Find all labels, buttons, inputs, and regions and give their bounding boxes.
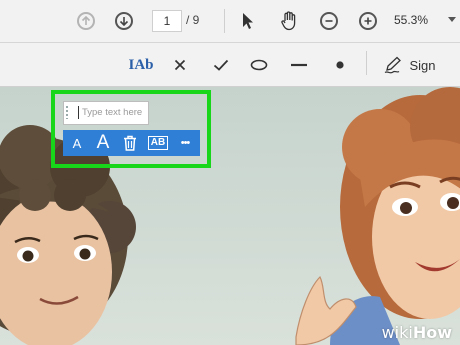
top-toolbar: 1 / 9 55.3% bbox=[0, 0, 460, 43]
minus-icon bbox=[320, 12, 338, 30]
next-page-button[interactable] bbox=[113, 8, 135, 34]
plus-icon bbox=[359, 12, 377, 30]
sign-button[interactable]: Sign bbox=[380, 52, 440, 78]
cross-icon bbox=[174, 59, 186, 71]
arrow-up-icon bbox=[77, 12, 95, 30]
pen-sign-icon bbox=[385, 56, 402, 74]
zoom-in-button[interactable] bbox=[357, 8, 379, 34]
page-total: / 9 bbox=[186, 13, 200, 27]
toolbar-divider bbox=[366, 51, 367, 75]
zoom-level-select[interactable]: 55.3% bbox=[394, 13, 428, 27]
checkmark-tool-button[interactable] bbox=[210, 52, 232, 78]
dot-icon bbox=[336, 61, 344, 69]
text-cursor bbox=[78, 106, 79, 119]
hand-icon bbox=[281, 11, 296, 31]
line-tool-button[interactable] bbox=[288, 52, 310, 78]
arrow-down-icon bbox=[115, 12, 133, 30]
increase-font-size-button[interactable]: A bbox=[91, 130, 115, 156]
text-tool-icon: IAb bbox=[128, 56, 154, 73]
drag-handle-icon[interactable] bbox=[66, 106, 68, 119]
hand-tool-button[interactable] bbox=[278, 8, 300, 34]
line-icon bbox=[291, 63, 307, 67]
ellipse-icon bbox=[250, 59, 268, 71]
cursor-arrow-icon bbox=[243, 13, 253, 29]
page-number-input[interactable]: 1 bbox=[152, 10, 182, 32]
convert-to-comb-field-button[interactable]: AB bbox=[145, 130, 171, 156]
checkmark-icon bbox=[213, 59, 229, 71]
comb-text-icon: AB bbox=[147, 136, 169, 150]
zoom-out-button[interactable] bbox=[318, 8, 340, 34]
decrease-font-size-button[interactable]: A bbox=[67, 130, 87, 156]
more-options-button[interactable]: ••• bbox=[173, 130, 197, 156]
fill-sign-toolbar: IAb Sign bbox=[0, 43, 460, 87]
watermark: wikiHow bbox=[381, 323, 452, 342]
annotation-toolbar: A A AB ••• bbox=[63, 130, 200, 156]
sign-label: Sign bbox=[409, 57, 436, 73]
chevron-down-icon[interactable] bbox=[448, 17, 456, 22]
cross-mark-tool-button[interactable] bbox=[170, 52, 190, 78]
toolbar-divider bbox=[224, 9, 225, 33]
trash-icon bbox=[124, 135, 136, 151]
delete-button[interactable] bbox=[119, 130, 141, 156]
dot-tool-button[interactable] bbox=[330, 52, 350, 78]
select-tool-button[interactable] bbox=[238, 8, 258, 34]
annotation-text-input[interactable]: Type text here bbox=[63, 101, 149, 125]
ellipse-tool-button[interactable] bbox=[248, 52, 270, 78]
add-text-tool-button[interactable]: IAb bbox=[126, 52, 156, 78]
right-woman-figure bbox=[295, 87, 460, 345]
previous-page-button[interactable] bbox=[75, 8, 97, 34]
